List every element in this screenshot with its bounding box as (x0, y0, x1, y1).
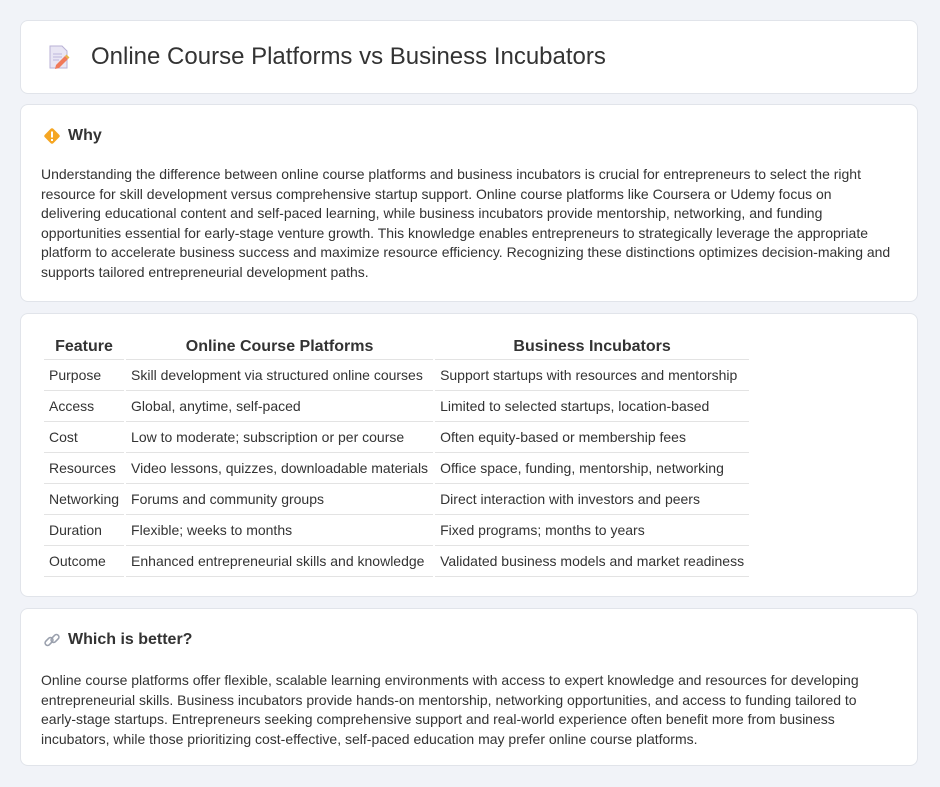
better-header: Which is better? (43, 631, 192, 649)
header-feature: Feature (44, 334, 125, 360)
table-row: Duration Flexible; weeks to months Fixed… (44, 515, 750, 546)
row-feature: Outcome (44, 546, 125, 577)
row-incubator-value: Validated business models and market rea… (435, 546, 750, 577)
page-title: Online Course Platforms vs Business Incu… (91, 43, 606, 70)
link-icon (44, 633, 60, 647)
row-online-value: Enhanced entrepreneurial skills and know… (126, 546, 434, 577)
table-row: Cost Low to moderate; subscription or pe… (44, 422, 750, 453)
row-feature: Duration (44, 515, 125, 546)
header-business-incubators: Business Incubators (435, 334, 750, 360)
comparison-table: Feature Online Course Platforms Business… (42, 334, 751, 577)
comparison-section: Feature Online Course Platforms Business… (20, 313, 918, 597)
table-row: Resources Video lessons, quizzes, downlo… (44, 453, 750, 484)
row-online-value: Global, anytime, self-paced (126, 391, 434, 422)
row-online-value: Flexible; weeks to months (126, 515, 434, 546)
header-online-course-platforms: Online Course Platforms (126, 334, 434, 360)
row-online-value: Low to moderate; subscription or per cou… (126, 422, 434, 453)
row-online-value: Video lessons, quizzes, downloadable mat… (126, 453, 434, 484)
table-header-row: Feature Online Course Platforms Business… (44, 334, 750, 360)
row-incubator-value: Direct interaction with investors and pe… (435, 484, 750, 515)
row-incubator-value: Office space, funding, mentorship, netwo… (435, 453, 750, 484)
better-heading: Which is better? (68, 631, 193, 648)
row-feature: Purpose (44, 360, 125, 391)
row-feature: Cost (44, 422, 125, 453)
why-header: Why (43, 127, 102, 145)
document-pencil-icon (49, 45, 70, 69)
row-incubator-value: Limited to selected startups, location-b… (435, 391, 750, 422)
title-card: Online Course Platforms vs Business Incu… (20, 20, 918, 94)
row-feature: Resources (44, 453, 125, 484)
title-row: Online Course Platforms vs Business Incu… (47, 43, 606, 71)
table-row: Outcome Enhanced entrepreneurial skills … (44, 546, 750, 577)
row-incubator-value: Often equity-based or membership fees (435, 422, 750, 453)
table-row: Purpose Skill development via structured… (44, 360, 750, 391)
why-body: Understanding the difference between onl… (41, 166, 891, 280)
better-body: Online course platforms offer flexible, … (41, 672, 859, 747)
row-incubator-value: Fixed programs; months to years (435, 515, 750, 546)
why-section: Why Understanding the difference between… (20, 104, 918, 302)
row-online-value: Forums and community groups (126, 484, 434, 515)
table-row: Networking Forums and community groups D… (44, 484, 750, 515)
which-is-better-section: Which is better? Online course platforms… (20, 608, 918, 766)
row-online-value: Skill development via structured online … (126, 360, 434, 391)
table-row: Access Global, anytime, self-paced Limit… (44, 391, 750, 422)
warning-diamond-icon (44, 128, 60, 144)
why-heading: Why (68, 127, 102, 144)
row-feature: Networking (44, 484, 125, 515)
row-feature: Access (44, 391, 125, 422)
row-incubator-value: Support startups with resources and ment… (435, 360, 750, 391)
